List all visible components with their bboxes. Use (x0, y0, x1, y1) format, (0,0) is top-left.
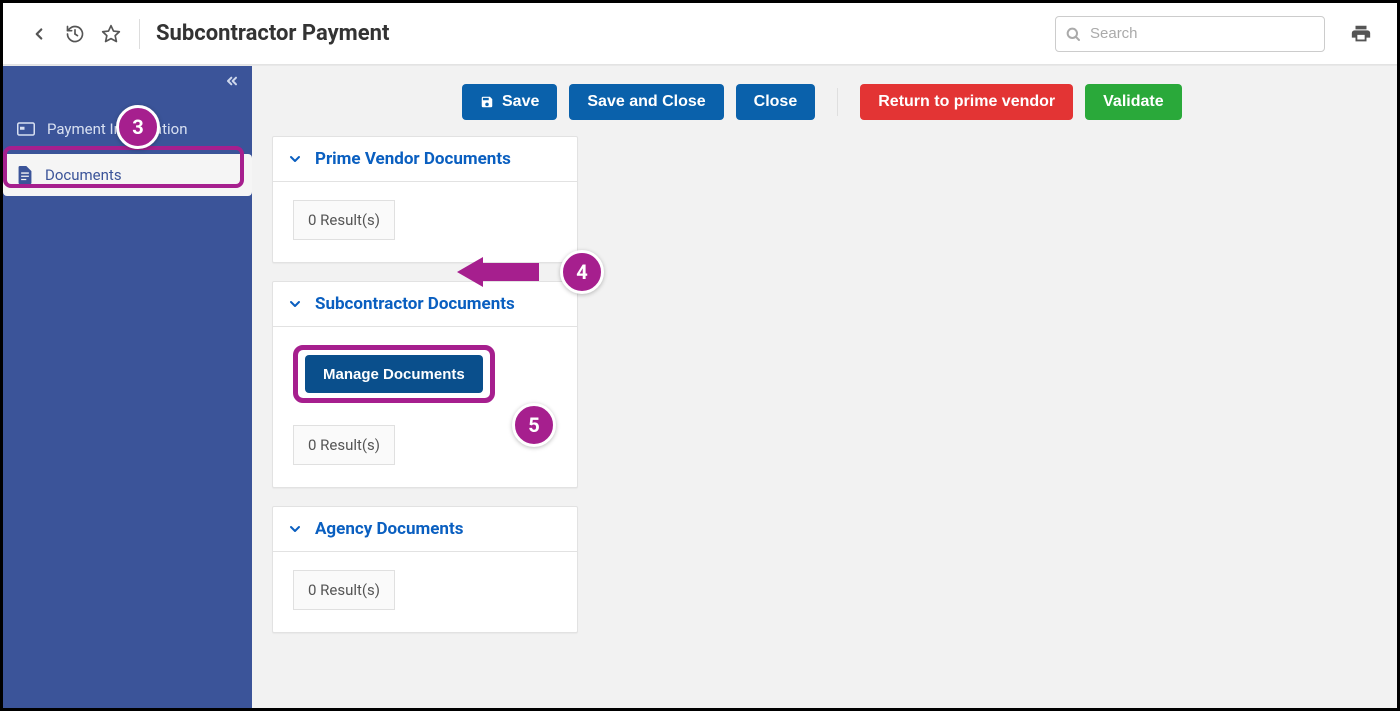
sidebar-item-label: Payment Information (47, 120, 187, 138)
search-icon (1065, 26, 1081, 42)
double-chevron-left-icon (224, 73, 240, 89)
save-close-button[interactable]: Save and Close (569, 84, 723, 120)
manage-documents-button[interactable]: Manage Documents (305, 355, 483, 393)
panel-header-sub[interactable]: Subcontractor Documents (273, 282, 577, 327)
save-button[interactable]: Save (462, 84, 557, 120)
validate-button-label: Validate (1103, 93, 1163, 111)
return-prime-button[interactable]: Return to prime vendor (860, 84, 1073, 120)
panel-agency-documents: Agency Documents 0 Result(s) (272, 506, 578, 633)
panel-prime-vendor-documents: Prime Vendor Documents 0 Result(s) (272, 136, 578, 263)
history-icon (65, 24, 85, 44)
save-button-label: Save (502, 93, 539, 111)
close-button-label: Close (754, 93, 798, 111)
manage-documents-label: Manage Documents (323, 366, 465, 383)
panel-title-prime: Prime Vendor Documents (315, 149, 511, 169)
sidebar: Payment Information Documents (3, 66, 252, 708)
print-icon (1350, 23, 1372, 45)
sidebar-item-label: Documents (45, 166, 122, 184)
back-button[interactable] (21, 16, 57, 52)
action-bar-divider (837, 88, 838, 116)
panel-title-sub: Subcontractor Documents (315, 294, 515, 314)
print-button[interactable] (1343, 16, 1379, 52)
search-input[interactable] (1055, 16, 1325, 52)
annotation-highlight-manage: Manage Documents (293, 345, 495, 403)
search-wrap (1055, 16, 1325, 52)
panel-title-agency: Agency Documents (315, 519, 463, 539)
payment-icon (17, 122, 35, 136)
star-icon (101, 24, 121, 44)
sidebar-collapse-button[interactable] (220, 69, 244, 93)
header-divider (139, 19, 140, 49)
main-content: Save Save and Close Close Return to prim… (252, 66, 1397, 708)
save-icon (480, 95, 494, 109)
panel-subcontractor-documents: Subcontractor Documents Manage Documents… (272, 281, 578, 488)
close-button[interactable]: Close (736, 84, 816, 120)
prime-result-count: 0 Result(s) (293, 200, 395, 240)
return-prime-button-label: Return to prime vendor (878, 93, 1055, 111)
validate-button[interactable]: Validate (1085, 84, 1181, 120)
panel-header-agency[interactable]: Agency Documents (273, 507, 577, 552)
history-button[interactable] (57, 16, 93, 52)
action-bar: Save Save and Close Close Return to prim… (272, 80, 1377, 136)
page-title: Subcontractor Payment (156, 21, 389, 46)
chevron-down-icon (287, 521, 303, 537)
document-icon (17, 166, 33, 184)
chevron-down-icon (287, 296, 303, 312)
favorite-button[interactable] (93, 16, 129, 52)
sidebar-item-documents[interactable]: Documents (3, 154, 252, 196)
chevron-left-icon (30, 25, 48, 43)
panel-header-prime[interactable]: Prime Vendor Documents (273, 137, 577, 182)
sidebar-item-payment-information[interactable]: Payment Information (3, 108, 252, 150)
agency-result-count: 0 Result(s) (293, 570, 395, 610)
top-header: Subcontractor Payment (3, 3, 1397, 65)
sub-result-count: 0 Result(s) (293, 425, 395, 465)
save-close-button-label: Save and Close (587, 93, 705, 111)
chevron-down-icon (287, 151, 303, 167)
